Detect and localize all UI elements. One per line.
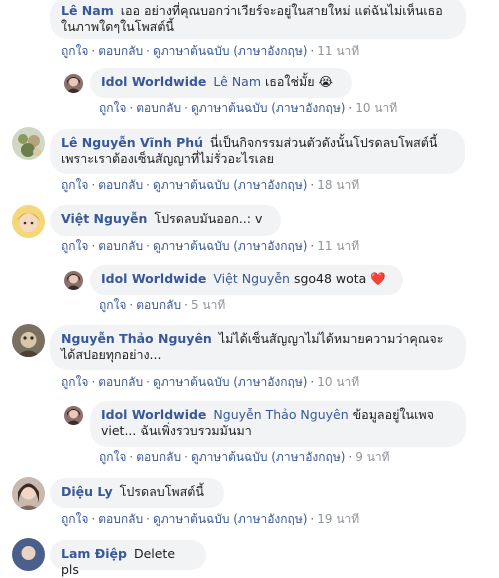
comment-actions: ถูกใจ · ตอบกลับ · ดูภาษาต้นฉบับ (ภาษาอังกฤษ)… xyxy=(61,239,359,253)
comment-text: โปรดลบโพสต์นี้ xyxy=(119,484,204,499)
separator-dot: · xyxy=(184,298,188,312)
reply-actions: ถูกใจ · ตอบกลับ · ดูภาษาต้นฉบับ (ภาษาอังกฤษ)… xyxy=(99,101,397,115)
timestamp[interactable]: 5 นาที xyxy=(191,298,225,312)
separator-dot: · xyxy=(310,375,315,389)
separator-dot: · xyxy=(310,44,315,58)
reply-link[interactable]: ตอบกลับ xyxy=(136,298,181,312)
timestamp[interactable]: 18 นาที xyxy=(317,178,359,192)
comment-actions: ถูกใจ · ตอบกลับ · ดูภาษาต้นฉบับ (ภาษาอังกฤษ)… xyxy=(61,178,359,192)
crying-face-icon: 😭 xyxy=(318,74,334,89)
see-original-link[interactable]: ดูภาษาต้นฉบับ (ภาษาอังกฤษ) xyxy=(153,512,307,526)
reply-link[interactable]: ตอบกลับ xyxy=(98,44,143,58)
reply-link[interactable]: ตอบกลับ xyxy=(98,178,143,192)
like-link[interactable]: ถูกใจ xyxy=(61,375,88,389)
reply-bubble: Idol Worldwide Việt Nguyễn sgo48 wota ❤️ xyxy=(90,265,403,295)
timestamp[interactable]: 11 นาที xyxy=(317,44,359,58)
comment-bubble: Nguyễn Thảo Nguyên ไม่ได้เซ็นสัญญาไม่ได้… xyxy=(50,325,466,370)
separator-dot: · xyxy=(184,101,188,115)
avatar[interactable] xyxy=(64,406,83,425)
reply-bubble: Idol Worldwide Nguyễn Thảo Nguyên ข้อมูล… xyxy=(90,401,466,447)
mention-link[interactable]: Việt Nguyễn xyxy=(213,271,290,286)
comment-bubble: Lê Nam เออ อย่างที่คุณบอกว่าเวียร์จะอยู่… xyxy=(50,0,466,39)
reply-link[interactable]: ตอบกลับ xyxy=(136,101,181,115)
separator-dot: · xyxy=(348,450,353,464)
comment-author[interactable]: Diệu Ly xyxy=(61,484,113,499)
reply-author[interactable]: Idol Worldwide xyxy=(101,407,206,422)
like-link[interactable]: ถูกใจ xyxy=(99,450,126,464)
comment-actions: ถูกใจ · ตอบกลับ · ดูภาษาต้นฉบับ (ภาษาอังกฤษ)… xyxy=(61,44,359,58)
reply-author[interactable]: Idol Worldwide xyxy=(101,271,206,286)
comment-text: โปรดลบมันออก..: v xyxy=(154,211,263,226)
comment-author[interactable]: Lê Nam xyxy=(61,3,114,18)
reply-author[interactable]: Idol Worldwide xyxy=(101,74,206,89)
see-original-link[interactable]: ดูภาษาต้นฉบับ (ภาษาอังกฤษ) xyxy=(153,239,307,253)
separator-dot: · xyxy=(91,239,96,253)
separator-dot: · xyxy=(129,450,134,464)
see-original-link[interactable]: ดูภาษาต้นฉบับ (ภาษาอังกฤษ) xyxy=(153,44,307,58)
separator-dot: · xyxy=(91,178,96,192)
avatar[interactable] xyxy=(64,74,83,93)
comment-bubble: Lam Điệp Delete pls xyxy=(50,540,206,577)
comment-author[interactable]: Việt Nguyễn xyxy=(61,211,147,226)
reply-text: เธอใช่มั้ย xyxy=(265,74,315,89)
separator-dot: · xyxy=(91,375,96,389)
separator-dot: · xyxy=(129,298,134,312)
comment-author[interactable]: Lê Nguyễn Vĩnh Phú xyxy=(61,135,203,150)
like-link[interactable]: ถูกใจ xyxy=(61,44,88,58)
comment-bubble: Việt Nguyễn โปรดลบมันออก..: v xyxy=(50,205,281,236)
comment-author[interactable]: Lam Điệp xyxy=(61,546,127,561)
comment-text: เออ อย่างที่คุณบอกว่าเวียร์จะอยู่ในสายให… xyxy=(61,3,443,34)
reply-link[interactable]: ตอบกลับ xyxy=(136,450,181,464)
separator-dot: · xyxy=(184,450,188,464)
like-link[interactable]: ถูกใจ xyxy=(99,298,126,312)
comment-bubble: Lê Nguyễn Vĩnh Phú นี่เป็นกิจกรรมส่วนตัว… xyxy=(50,129,465,174)
timestamp[interactable]: 10 นาที xyxy=(355,101,397,115)
avatar[interactable] xyxy=(12,477,45,510)
separator-dot: · xyxy=(129,101,134,115)
separator-dot: · xyxy=(146,239,150,253)
separator-dot: · xyxy=(146,178,150,192)
reply-text: sgo48 wota xyxy=(293,271,367,286)
separator-dot: · xyxy=(310,239,315,253)
separator-dot: · xyxy=(146,375,150,389)
timestamp[interactable]: 11 นาที xyxy=(317,239,359,253)
avatar[interactable] xyxy=(64,271,83,290)
timestamp[interactable]: 19 นาที xyxy=(317,512,359,526)
avatar[interactable] xyxy=(12,205,45,238)
separator-dot: · xyxy=(91,512,96,526)
like-link[interactable]: ถูกใจ xyxy=(99,101,126,115)
avatar[interactable] xyxy=(12,127,45,160)
separator-dot: · xyxy=(146,44,150,58)
comment-actions: ถูกใจ · ตอบกลับ · ดูภาษาต้นฉบับ (ภาษาอังกฤษ)… xyxy=(61,375,359,389)
like-link[interactable]: ถูกใจ xyxy=(61,239,88,253)
timestamp[interactable]: 9 นาที xyxy=(355,450,389,464)
reply-actions: ถูกใจ · ตอบกลับ · 5 นาที xyxy=(99,298,225,312)
mention-link[interactable]: Nguyễn Thảo Nguyên xyxy=(213,407,348,422)
separator-dot: · xyxy=(310,178,315,192)
separator-dot: · xyxy=(348,101,353,115)
see-original-link[interactable]: ดูภาษาต้นฉบับ (ภาษาอังกฤษ) xyxy=(153,178,307,192)
separator-dot: · xyxy=(310,512,315,526)
like-link[interactable]: ถูกใจ xyxy=(61,178,88,192)
reply-link[interactable]: ตอบกลับ xyxy=(98,512,143,526)
avatar[interactable] xyxy=(12,538,45,571)
see-original-link[interactable]: ดูภาษาต้นฉบับ (ภาษาอังกฤษ) xyxy=(191,450,345,464)
timestamp[interactable]: 10 นาที xyxy=(317,375,359,389)
mention-link[interactable]: Lê Nam xyxy=(213,74,261,89)
heart-icon: ❤️ xyxy=(370,271,386,286)
reply-link[interactable]: ตอบกลับ xyxy=(98,239,143,253)
separator-dot: · xyxy=(146,512,150,526)
comment-actions: ถูกใจ · ตอบกลับ · ดูภาษาต้นฉบับ (ภาษาอังกฤษ)… xyxy=(61,512,359,526)
separator-dot: · xyxy=(91,44,96,58)
avatar[interactable] xyxy=(12,324,45,357)
like-link[interactable]: ถูกใจ xyxy=(61,512,88,526)
reply-actions: ถูกใจ · ตอบกลับ · ดูภาษาต้นฉบับ (ภาษาอังกฤษ)… xyxy=(99,450,390,464)
reply-bubble: Idol Worldwide Lê Nam เธอใช่มั้ย 😭 xyxy=(90,68,352,98)
reply-link[interactable]: ตอบกลับ xyxy=(98,375,143,389)
see-original-link[interactable]: ดูภาษาต้นฉบับ (ภาษาอังกฤษ) xyxy=(153,375,307,389)
comment-thread: Lê Nam เออ อย่างที่คุณบอกว่าเวียร์จะอยู่… xyxy=(0,0,499,577)
comment-bubble: Diệu Ly โปรดลบโพสต์นี้ xyxy=(50,478,224,508)
comment-author[interactable]: Nguyễn Thảo Nguyên xyxy=(61,331,212,346)
see-original-link[interactable]: ดูภาษาต้นฉบับ (ภาษาอังกฤษ) xyxy=(191,101,345,115)
